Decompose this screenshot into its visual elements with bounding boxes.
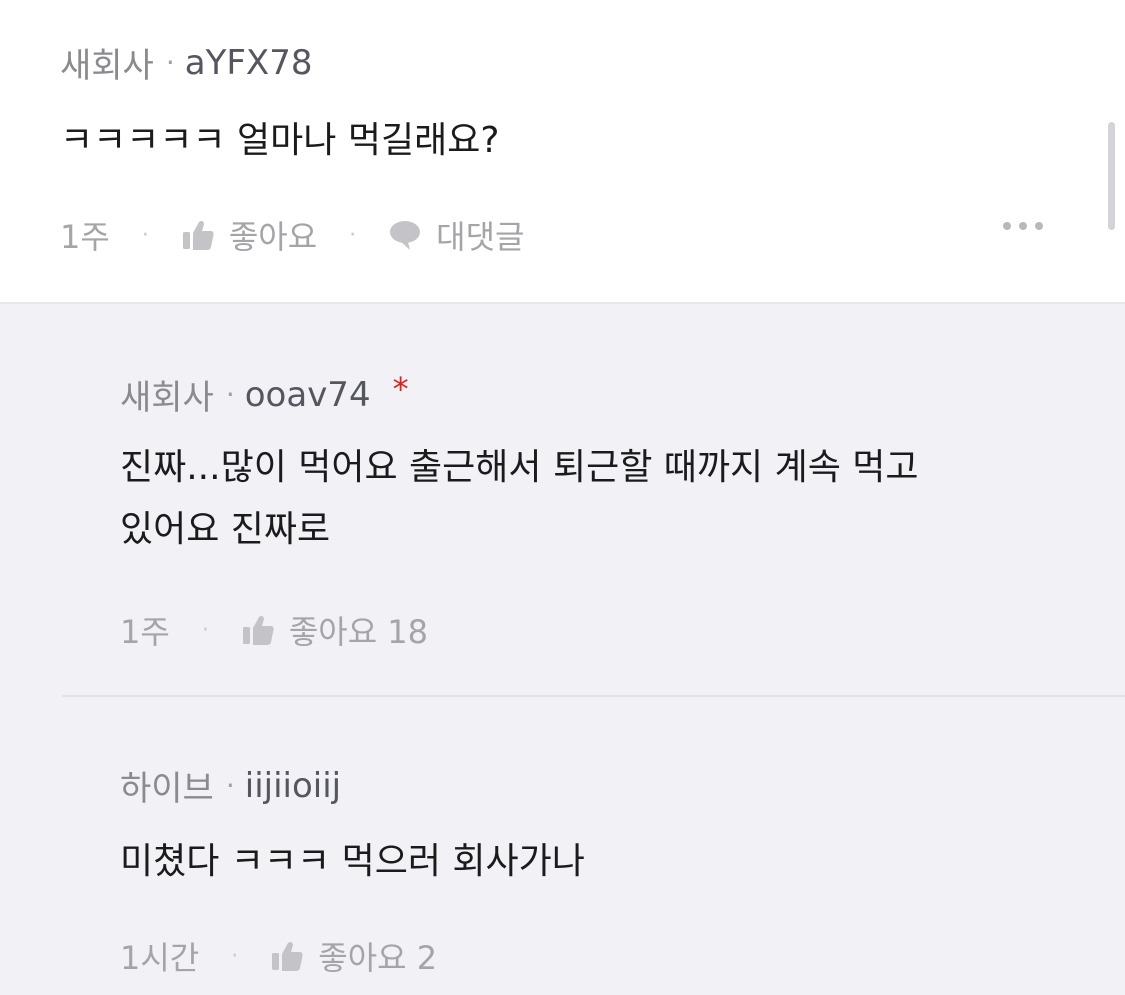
company-name: 새회사 — [120, 378, 214, 418]
like-button[interactable]: 좋아요 18 — [241, 607, 428, 653]
like-label: 좋아요 2 — [318, 939, 438, 977]
comment-actions: 1주 · 좋아요 · 대댓글 — [60, 212, 524, 258]
nickname[interactable]: ooav74 — [245, 375, 371, 415]
more-dots-icon[interactable] — [1003, 222, 1043, 230]
reply-text-line: 있어요 진짜로 — [120, 509, 331, 550]
like-button[interactable]: 좋아요 — [181, 212, 317, 258]
nickname[interactable]: aYFX78 — [185, 43, 313, 83]
nickname[interactable]: iijiioiij — [245, 766, 341, 806]
comment-author: 새회사 · aYFX78 — [60, 38, 312, 87]
speech-bubble-icon — [388, 218, 422, 252]
reply-label: 대댓글 — [436, 218, 525, 256]
reply-button[interactable]: 대댓글 — [388, 212, 524, 258]
thumbs-up-icon — [270, 939, 304, 973]
reply-item: 하이브 · iijiioiij 미쳤다 ㅋㅋㅋ 먹으러 회사가나 1시간 · 좋… — [0, 697, 1125, 995]
comment-text: ㅋㅋㅋㅋㅋ 얼마나 먹길래요? — [60, 120, 500, 161]
thumbs-up-icon — [181, 218, 215, 252]
reply-time: 1시간 — [120, 939, 200, 977]
like-label: 좋아요 18 — [288, 613, 429, 651]
like-button[interactable]: 좋아요 2 — [270, 933, 437, 979]
reply-text: 진짜...많이 먹어요 출근해서 퇴근할 때까지 계속 먹고 있어요 진짜로 — [120, 437, 919, 561]
comment-time: 1주 — [60, 218, 110, 256]
author-marker: * — [392, 369, 409, 408]
reply-actions: 1시간 · 좋아요 2 — [120, 933, 437, 979]
like-label: 좋아요 — [228, 218, 318, 256]
thumbs-up-icon — [241, 613, 275, 647]
company-name: 새회사 — [60, 46, 154, 86]
meta-separator: · — [165, 46, 175, 79]
action-separator: · — [231, 943, 239, 969]
reply-item: 새회사 · ooav74 * 진짜...많이 먹어요 출근해서 퇴근할 때까지 … — [0, 304, 1125, 696]
reply-time: 1주 — [120, 613, 170, 651]
reply-text: 미쳤다 ㅋㅋㅋ 먹으러 회사가나 — [120, 841, 585, 882]
reply-author: 하이브 · iijiioiij — [120, 761, 341, 810]
scrollbar[interactable] — [1108, 122, 1115, 230]
meta-separator: · — [225, 769, 235, 802]
action-separator: · — [201, 617, 209, 643]
reply-author: 새회사 · ooav74 * — [120, 370, 409, 419]
reply-actions: 1주 · 좋아요 18 — [120, 607, 428, 653]
company-name: 하이브 — [120, 769, 214, 809]
action-separator: · — [349, 222, 357, 248]
reply-thread: 새회사 · ooav74 * 진짜...많이 먹어요 출근해서 퇴근할 때까지 … — [0, 304, 1125, 995]
comment-item: 새회사 · aYFX78 ㅋㅋㅋㅋㅋ 얼마나 먹길래요? 1주 · 좋아요 · … — [0, 0, 1125, 304]
reply-text-line: 진짜...많이 먹어요 출근해서 퇴근할 때까지 계속 먹고 — [120, 447, 919, 488]
action-separator: · — [141, 222, 149, 248]
meta-separator: · — [225, 378, 235, 411]
